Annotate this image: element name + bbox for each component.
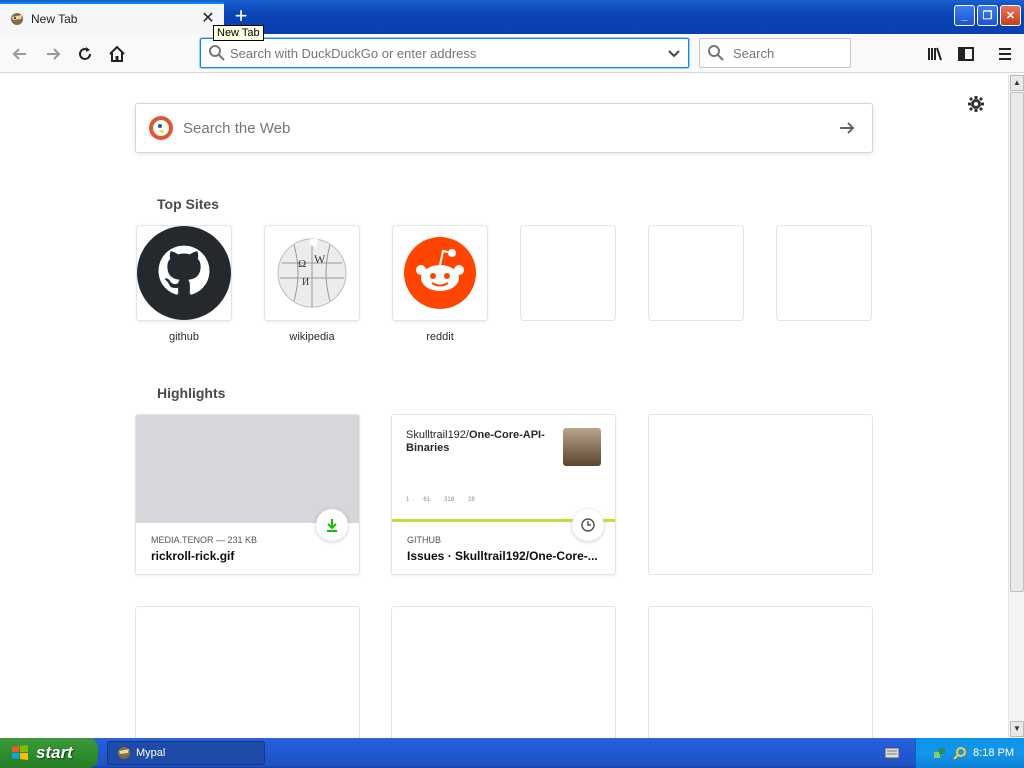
site-label: github [169, 331, 199, 343]
reload-icon[interactable] [72, 41, 98, 67]
card-context: GITHUB [407, 535, 442, 545]
window-controls: _ ❐ ✕ [954, 5, 1021, 26]
card-preview [136, 415, 359, 523]
search-bar[interactable] [699, 38, 851, 68]
hamburger-menu-icon[interactable] [992, 41, 1018, 67]
forward-arrow-icon[interactable] [40, 41, 66, 67]
clock: 8:18 PM [973, 747, 1014, 759]
url-input[interactable] [230, 45, 666, 61]
site-label: wikipedia [289, 331, 335, 343]
card-context: MEDIA.TENOR — 231 KB [151, 535, 258, 545]
start-label: start [36, 743, 73, 762]
search-input[interactable] [733, 45, 850, 61]
top-sites-title: Top Sites [157, 196, 219, 212]
wikipedia-icon: Ω W И [277, 238, 347, 308]
window-close-icon[interactable]: ✕ [1000, 5, 1021, 26]
nav-bar [0, 34, 1024, 73]
empty-highlight-slot [391, 606, 616, 738]
arrow-right-icon[interactable] [836, 118, 858, 138]
card-title: rickroll-rick.gif [151, 549, 235, 563]
tooltip: New Tab [213, 25, 264, 41]
empty-site-slot[interactable] [776, 225, 872, 321]
search-icon [209, 45, 225, 61]
site-tile[interactable] [136, 225, 232, 321]
top-site-wikipedia[interactable]: Ω W И wikipedia [264, 225, 360, 343]
sidebar-icon[interactable] [953, 41, 979, 67]
download-icon [316, 509, 348, 541]
web-search-box[interactable] [135, 103, 873, 153]
web-search-input[interactable] [183, 119, 836, 137]
svg-text:И: И [302, 277, 309, 288]
task-label: Mypal [136, 747, 166, 759]
taskbar: start Mypal 8:18 PM [0, 738, 1024, 768]
empty-site-slot[interactable] [648, 225, 744, 321]
scroll-down-icon[interactable]: ▼ [1010, 721, 1024, 737]
duckduckgo-icon [149, 116, 173, 140]
search-icon[interactable] [953, 746, 967, 760]
new-tab-page: Top Sites github Ω W И wikipedia [0, 74, 1008, 738]
restore-icon[interactable]: ❐ [977, 5, 998, 26]
start-button[interactable]: start [0, 738, 98, 768]
avatar [563, 428, 601, 466]
chevron-down-icon[interactable] [666, 45, 682, 61]
card-preview: Skulltrail192/One-Core-API-Binaries 1 61… [392, 415, 615, 523]
home-icon[interactable] [104, 41, 130, 67]
mypal-favicon-icon [11, 13, 23, 25]
empty-site-slot[interactable] [520, 225, 616, 321]
url-bar[interactable] [200, 38, 689, 68]
minimize-icon[interactable]: _ [954, 5, 975, 26]
back-arrow-icon[interactable] [7, 41, 33, 67]
top-site-reddit[interactable]: reddit [392, 225, 488, 343]
clock-icon [572, 509, 604, 541]
windows-flag-icon [12, 745, 28, 760]
tab-new-tab[interactable]: New Tab ✕ [0, 2, 224, 34]
highlight-card[interactable]: Skulltrail192/One-Core-API-Binaries 1 61… [391, 414, 616, 575]
preview-repo-name: Skulltrail192/One-Core-API-Binaries [406, 429, 545, 454]
highlight-card[interactable]: MEDIA.TENOR — 231 KB rickroll-rick.gif [135, 414, 360, 575]
svg-text:Ω: Ω [298, 258, 306, 270]
system-tray: 8:18 PM [915, 738, 1024, 768]
card-title: Issues · Skulltrail192/One-Core-... [407, 549, 598, 563]
empty-highlight-slot [648, 414, 873, 575]
site-label: reddit [426, 331, 454, 343]
tab-title: New Tab [31, 12, 78, 26]
vertical-scrollbar[interactable]: ▲ ▼ [1008, 74, 1024, 738]
mypal-favicon-icon [118, 747, 130, 759]
repo-stats: 1 61 318 28 [406, 497, 475, 503]
search-icon [708, 45, 724, 61]
gear-icon[interactable] [966, 94, 986, 114]
scroll-up-icon[interactable]: ▲ [1010, 75, 1024, 91]
empty-highlight-slot [135, 606, 360, 738]
github-icon [137, 226, 231, 320]
library-icon[interactable] [922, 41, 948, 67]
taskbar-item-mypal[interactable]: Mypal [107, 741, 265, 765]
site-tile[interactable] [392, 225, 488, 321]
empty-highlight-slot [648, 606, 873, 738]
network-icon[interactable] [933, 746, 947, 760]
scroll-thumb[interactable] [1010, 92, 1024, 592]
tab-bar: New Tab ✕ + _ ❐ ✕ [0, 0, 1024, 34]
keyboard-icon[interactable] [885, 747, 899, 759]
top-site-github[interactable]: github [136, 225, 232, 343]
highlights-title: Highlights [157, 385, 226, 401]
svg-text:W: W [314, 252, 326, 266]
reddit-icon [404, 237, 476, 309]
site-tile[interactable]: Ω W И [264, 225, 360, 321]
